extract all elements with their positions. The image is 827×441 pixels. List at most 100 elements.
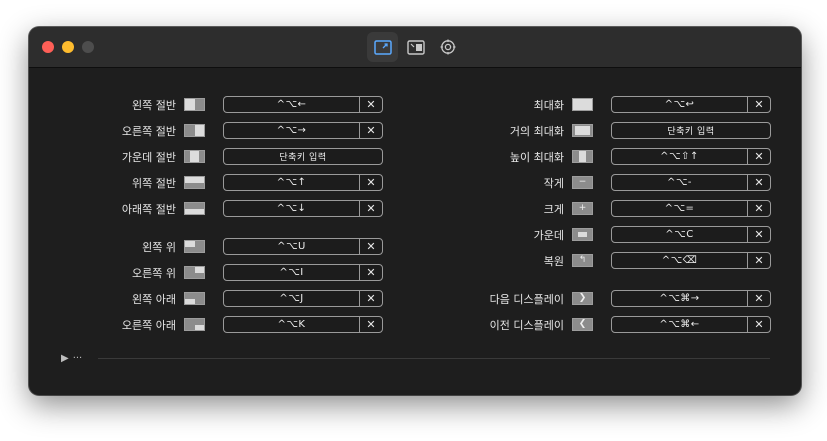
row-label: 크게 [543,203,564,216]
row-label: 아래쪽 절반 [121,203,176,216]
shortcuts-tab-icon [373,39,392,55]
shortcut-value[interactable]: ^⌥I [224,265,359,280]
shortcut-value[interactable]: 단축키 입력 [612,123,770,138]
close-window-button[interactable] [42,41,54,53]
shortcut-recorder[interactable]: ^⌥- ✕ [611,174,771,191]
shortcut-value[interactable]: ^⌥⌘→ [612,291,747,306]
settings-gear-icon [440,39,455,55]
clear-shortcut-button[interactable]: ✕ [747,253,770,268]
center-half-icon [184,150,205,163]
clear-shortcut-button[interactable]: ✕ [747,317,770,332]
clear-shortcut-button[interactable]: ✕ [747,291,770,306]
previous-display-icon: ❮ [572,318,593,331]
divider [98,358,770,359]
clear-shortcut-button[interactable]: ✕ [359,239,382,254]
shortcut-value[interactable]: ^⌥→ [224,123,359,138]
shortcut-recorder[interactable]: ^⌥↩ ✕ [611,96,771,113]
shortcut-value[interactable]: ^⌥↑ [224,175,359,190]
clear-shortcut-button[interactable]: ✕ [359,97,382,112]
shortcut-recorder[interactable]: ^⌥⇧↑ ✕ [611,148,771,165]
shortcut-value[interactable]: ^⌥= [612,201,747,216]
top-half-icon [184,176,205,189]
disclosure-label: ··· [72,353,83,364]
clear-shortcut-button[interactable]: ✕ [359,291,382,306]
right-half-icon [184,124,205,137]
shortcut-recorder[interactable]: ^⌥↑ ✕ [223,174,383,191]
bottom-half-icon [184,202,205,215]
tab-snap-areas[interactable] [400,32,431,62]
title-bar [29,27,801,68]
row-label: 가운데 절반 [121,151,176,164]
row-label: 오른쪽 아래 [121,319,176,332]
row-label: 왼쪽 위 [142,241,176,254]
tab-settings[interactable] [432,32,463,62]
row-label: 복원 [543,255,564,268]
clear-shortcut-button[interactable]: ✕ [747,227,770,242]
shortcut-value[interactable]: ^⌥⇧↑ [612,149,747,164]
shortcut-value[interactable]: ^⌥↩ [612,97,747,112]
bottom-right-icon [184,318,205,331]
minimize-window-button[interactable] [62,41,74,53]
shortcut-recorder[interactable]: ^⌥I ✕ [223,264,383,281]
shortcut-recorder[interactable]: ^⌥⌘← ✕ [611,316,771,333]
shortcut-value[interactable]: ^⌥⌘← [612,317,747,332]
smaller-icon: − [572,176,593,189]
shortcut-value[interactable]: ^⌥J [224,291,359,306]
shortcut-value[interactable]: ^⌥C [612,227,747,242]
shortcut-value[interactable]: ^⌥K [224,317,359,332]
top-left-icon [184,240,205,253]
clear-shortcut-button[interactable]: ✕ [359,123,382,138]
row-label: 위쪽 절반 [132,177,176,190]
row-label: 오른쪽 위 [132,267,176,280]
clear-shortcut-button[interactable]: ✕ [359,265,382,280]
left-half-icon [184,98,205,111]
next-display-icon: ❯ [572,292,593,305]
more-options-disclosure[interactable]: ▶ ··· [61,353,82,364]
row-label: 왼쪽 절반 [132,99,176,112]
zoom-window-button[interactable] [82,41,94,53]
shortcut-value[interactable]: 단축키 입력 [224,149,382,164]
row-label: 거의 최대화 [509,125,564,138]
shortcut-recorder[interactable]: ^⌥← ✕ [223,96,383,113]
almost-maximize-icon [572,124,593,137]
shortcut-recorder[interactable]: ^⌥C ✕ [611,226,771,243]
row-label: 다음 디스플레이 [489,293,564,306]
top-right-icon [184,266,205,279]
tab-shortcuts[interactable] [367,32,398,62]
row-label: 가운데 [533,229,564,242]
shortcut-recorder[interactable]: ^⌥⌫ ✕ [611,252,771,269]
clear-shortcut-button[interactable]: ✕ [359,201,382,216]
clear-shortcut-button[interactable]: ✕ [359,317,382,332]
clear-shortcut-button[interactable]: ✕ [747,201,770,216]
shortcut-value[interactable]: ^⌥⌫ [612,253,747,268]
shortcut-value[interactable]: ^⌥U [224,239,359,254]
row-label: 최대화 [533,99,564,112]
shortcut-recorder[interactable]: ^⌥K ✕ [223,316,383,333]
shortcut-recorder[interactable]: ^⌥J ✕ [223,290,383,307]
shortcut-value[interactable]: ^⌥← [224,97,359,112]
center-icon [572,228,593,241]
larger-icon: + [572,202,593,215]
disclosure-triangle-icon: ▶ [61,353,69,364]
clear-shortcut-button[interactable]: ✕ [747,97,770,112]
clear-shortcut-button[interactable]: ✕ [747,175,770,190]
bottom-left-icon [184,292,205,305]
shortcut-recorder[interactable]: 단축키 입력 [611,122,771,139]
row-label: 오른쪽 절반 [121,125,176,138]
shortcut-recorder[interactable]: ^⌥U ✕ [223,238,383,255]
row-label: 이전 디스플레이 [489,319,564,332]
row-label: 높이 최대화 [509,151,564,164]
shortcut-recorder[interactable]: ^⌥↓ ✕ [223,200,383,217]
clear-shortcut-button[interactable]: ✕ [359,175,382,190]
snap-areas-tab-icon [406,39,425,55]
clear-shortcut-button[interactable]: ✕ [747,149,770,164]
shortcut-value[interactable]: ^⌥↓ [224,201,359,216]
shortcut-recorder[interactable]: ^⌥→ ✕ [223,122,383,139]
shortcut-recorder[interactable]: ^⌥= ✕ [611,200,771,217]
preferences-window: 왼쪽 절반 ^⌥← ✕ 오른쪽 절반 ^⌥→ ✕ 가운데 절반 단축키 입력 위쪽 절반 ^⌥↑ ✕… [29,27,801,395]
shortcut-recorder[interactable]: 단축키 입력 [223,148,383,165]
shortcut-recorder[interactable]: ^⌥⌘→ ✕ [611,290,771,307]
row-label: 왼쪽 아래 [132,293,176,306]
maximize-icon [572,98,593,111]
shortcut-value[interactable]: ^⌥- [612,175,747,190]
